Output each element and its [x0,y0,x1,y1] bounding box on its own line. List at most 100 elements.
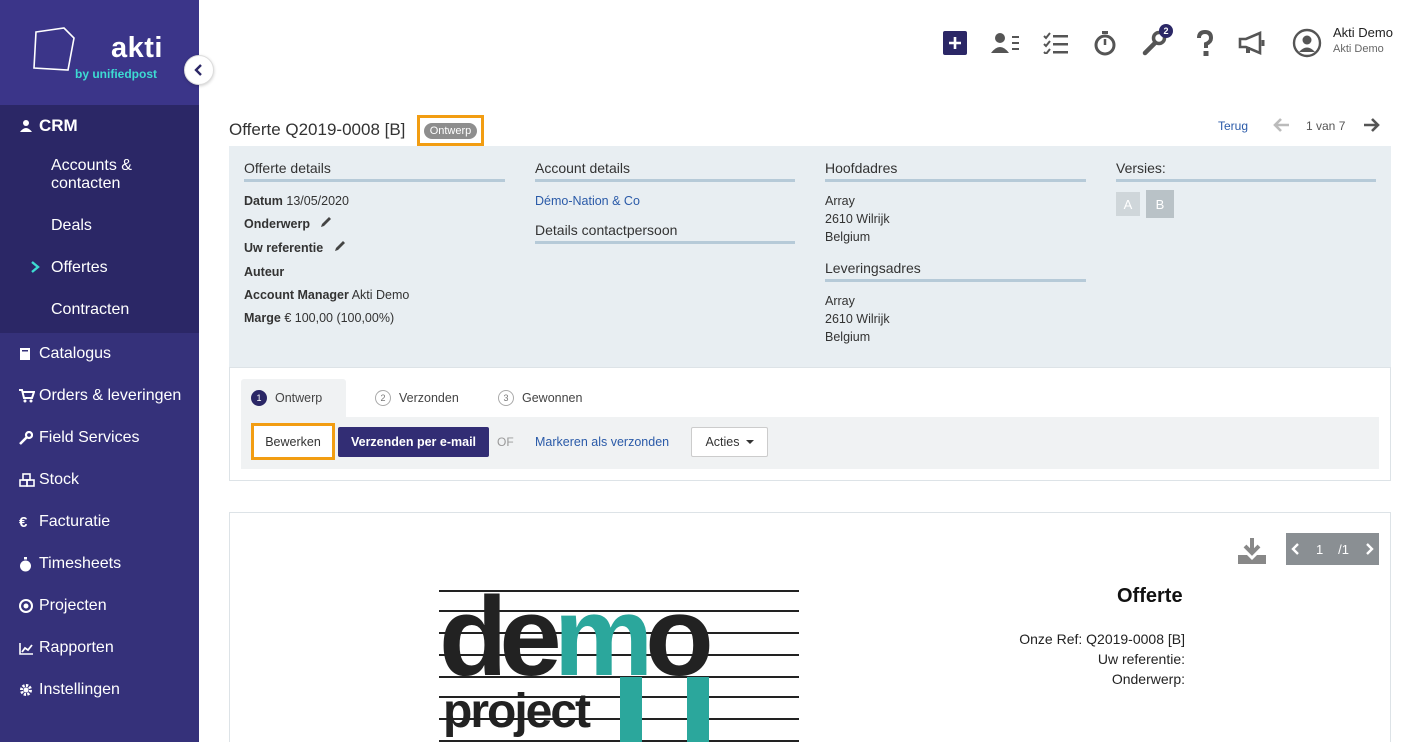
step-ontwerp[interactable]: 1 Ontwerp [241,379,347,417]
checklist-icon [1043,32,1068,54]
address-line: Belgium [825,230,871,244]
our-reference: Onze Ref: Q2019-0008 [B] [1019,631,1185,647]
chevron-right-icon[interactable] [1364,543,1374,555]
contacts-list-button[interactable] [991,28,1021,58]
workflow-box: 1 Ontwerp 2 Verzonden 3 Gewonnen Bewerke… [229,367,1391,481]
edit-button[interactable]: Bewerken [251,423,335,460]
plus-icon [943,31,967,55]
sidebar-item-label: Orders & leveringen [39,387,182,404]
address-column: Hoofdadres Array 2610 Wilrijk Belgium Le… [825,160,1086,346]
sidebar-item-orders[interactable]: Orders & leveringen [0,375,199,417]
sidebar-item-label: Projecten [39,597,107,614]
section-heading: Leveringsadres [825,260,1086,282]
help-button[interactable] [1190,28,1220,58]
pdf-pager: 1 /1 [1286,533,1379,565]
sidebar-item-label: Contracten [51,301,130,318]
field-label: Uw referentie [244,241,324,256]
back-link[interactable]: Terug [1218,119,1248,133]
account-link[interactable]: Démo-Nation & Co [535,194,640,208]
stopwatch-icon [19,556,39,572]
your-reference: Uw referentie: [1097,651,1185,667]
brand-name: akti [111,32,163,64]
field-label: Datum [244,194,283,208]
sidebar-item-label: Offertes [51,259,108,276]
wrench-icon [19,431,39,445]
mark-sent-link[interactable]: Markeren als verzonden [535,435,669,449]
sidebar-item-projecten[interactable]: Projecten [0,585,199,627]
section-heading: Details contactpersoon [535,222,795,244]
sidebar-item-offertes[interactable]: Offertes [0,247,199,289]
download-icon [1238,538,1266,564]
sidebar-item-contracten[interactable]: Contracten [0,289,199,331]
field-label: Account Manager [244,288,349,303]
euro-icon: € [19,513,28,531]
section-heading: Versies: [1116,160,1376,182]
sidebar-item-crm[interactable]: CRM [0,105,199,145]
sidebar-collapse-button[interactable] [184,55,214,85]
sidebar-item-facturatie[interactable]: € Facturatie [0,501,199,543]
sidebar-item-deals[interactable]: Deals [0,205,199,247]
sidebar-item-field-services[interactable]: Field Services [0,417,199,459]
step-label: Verzonden [399,391,459,405]
user-circle-icon [1292,28,1322,58]
sidebar-item-catalogus[interactable]: Catalogus [0,333,199,375]
delivery-address-line: Array [825,294,855,308]
offer-details-column: Offerte details Datum 13/05/2020 Onderwe… [244,160,505,332]
address-line: Array [825,194,855,208]
sidebar-item-rapporten[interactable]: Rapporten [0,627,199,669]
sidebar-item-accounts[interactable]: Accounts & contacten [0,145,199,205]
sidebar-item-label: Catalogus [39,345,112,362]
actions-dropdown[interactable]: Acties [691,427,768,457]
sidebar-item-stock[interactable]: Stock [0,459,199,501]
edit-reference-icon[interactable] [333,239,347,258]
tasks-button[interactable] [1041,28,1071,58]
download-button[interactable] [1237,537,1267,570]
pdf-page-current: 1 [1315,541,1324,557]
step-label: Ontwerp [275,391,323,405]
action-bar: Bewerken Verzenden per e-mail OF Markere… [241,417,1379,469]
sidebar-item-timesheets[interactable]: Timesheets [0,543,199,585]
chevron-left-icon [194,64,202,76]
question-icon [1197,30,1214,56]
brand-logo[interactable]: akti by unifiedpost [0,0,199,105]
step-verzonden[interactable]: 2 Verzonden [375,379,459,417]
cubes-icon [19,473,39,487]
contacts-icon [991,33,1019,53]
notification-badge: 2 [1159,24,1173,38]
subject-line: Onderwerp: [1111,671,1185,687]
sidebar-item-label: Deals [51,217,92,234]
version-a-button[interactable]: A [1116,192,1140,216]
field-label: Marge [244,311,281,326]
margin-value: € 100,00 (100,00%) [284,311,395,326]
section-heading: Hoofdadres [825,160,1086,182]
page-title: Offerte Q2019-0008 [B] [229,120,406,139]
address-line: 2610 Wilrijk [825,212,890,226]
previous-button[interactable] [1273,117,1291,138]
step-label: Gewonnen [522,391,583,405]
edit-subject-icon[interactable] [319,215,333,234]
field-label: Onderwerp [244,217,310,231]
chevron-left-icon[interactable] [1291,543,1301,555]
timer-button[interactable] [1090,28,1120,58]
sidebar-item-label: Accounts & contacten [51,157,132,192]
crm-group: CRM Accounts & contacten Deals Offertes … [0,105,199,333]
add-button[interactable] [940,28,970,58]
user-avatar[interactable] [1292,28,1322,58]
send-email-button[interactable]: Verzenden per e-mail [338,427,489,457]
status-highlight: Ontwerp [417,115,484,146]
version-b-button[interactable]: B [1146,190,1174,218]
user-name[interactable]: Akti Demo [1333,25,1393,40]
next-button[interactable] [1362,117,1380,138]
gear-icon [19,683,39,697]
announcements-button[interactable] [1238,28,1268,58]
step-gewonnen[interactable]: 3 Gewonnen [498,379,582,417]
manager-value: Akti Demo [351,288,410,303]
megaphone-icon [1238,31,1265,55]
logo-text-project: project [443,685,591,738]
section-heading: Account details [535,160,795,182]
sidebar-item-instellingen[interactable]: Instellingen [0,669,199,711]
services-button[interactable]: 2 [1140,24,1173,58]
arrow-left-icon [1273,118,1289,132]
chevron-right-icon [30,260,40,279]
sidebar-item-label: CRM [39,116,78,135]
